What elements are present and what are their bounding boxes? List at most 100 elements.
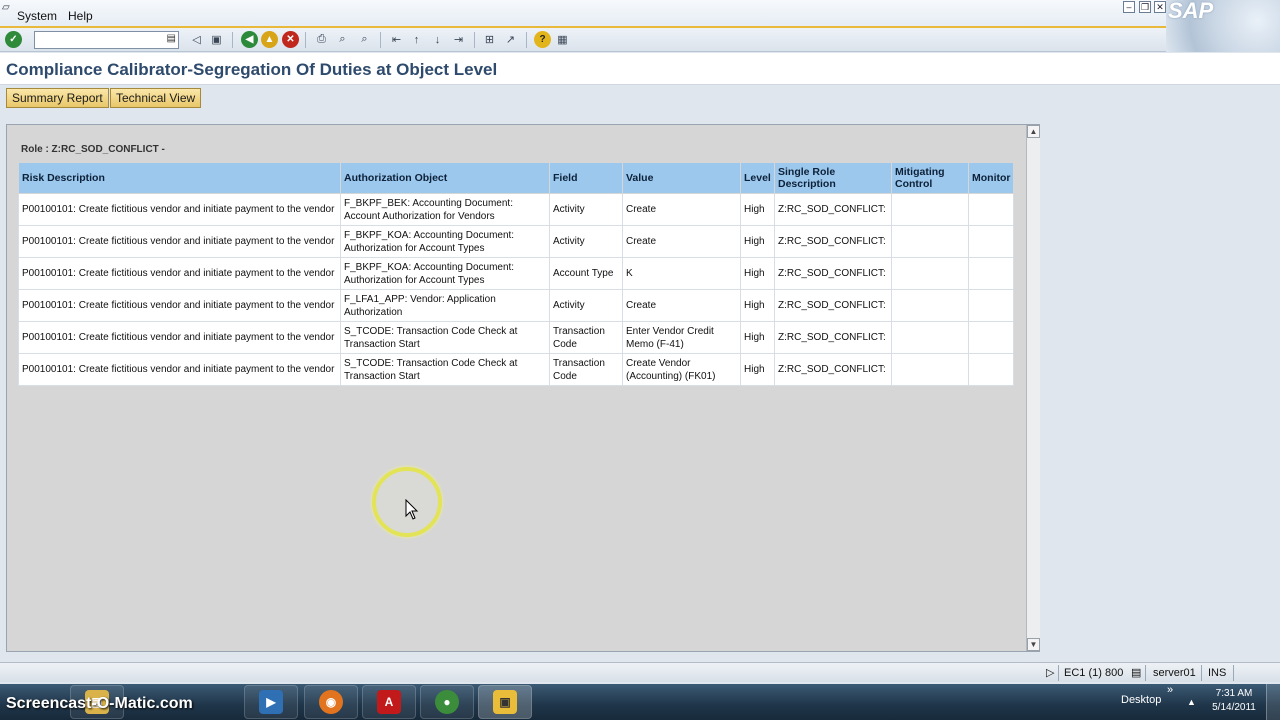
cell-value: Create — [622, 289, 741, 322]
col-level[interactable]: Level — [740, 162, 775, 194]
window-system-icon[interactable]: ▱ — [2, 2, 10, 13]
layout-icon[interactable]: ▦ — [554, 31, 571, 48]
chrome-icon: ● — [435, 690, 459, 714]
cell-value: K — [622, 257, 741, 290]
cell-level: High — [740, 321, 775, 354]
cell-risk: P00100101: Create fictitious vendor and … — [18, 353, 341, 386]
status-divider — [1145, 665, 1146, 681]
tray-show-hidden-icon[interactable]: ▲ — [1187, 697, 1196, 707]
back-icon[interactable]: ◁ — [188, 31, 205, 48]
status-divider — [1201, 665, 1202, 681]
summary-report-button[interactable]: Summary Report — [6, 88, 109, 108]
sap-logo-text: SAP — [1168, 0, 1214, 23]
previous-page-icon[interactable]: ↑ — [408, 31, 425, 48]
cell-role: Z:RC_SOD_CONFLICT: — [774, 225, 892, 258]
cell-mitigating — [891, 225, 969, 258]
status-system-icon[interactable]: ▤ — [1131, 665, 1141, 681]
sod-table: Risk Description Authorization Object Fi… — [18, 162, 1014, 386]
table-row[interactable]: P00100101: Create fictitious vendor and … — [18, 225, 1014, 258]
taskbar-chrome[interactable]: ● — [420, 685, 474, 719]
col-single-role-description[interactable]: Single Role Description — [774, 162, 892, 194]
back-nav-icon[interactable]: ◀ — [241, 31, 258, 48]
cell-mitigating — [891, 257, 969, 290]
role-label: Role : Z:RC_SOD_CONFLICT - — [21, 144, 165, 155]
taskbar-sap-logon[interactable]: ▣ — [478, 685, 532, 719]
last-page-icon[interactable]: ⇥ — [450, 31, 467, 48]
command-input[interactable] — [35, 32, 163, 48]
menu-system[interactable]: System — [17, 9, 57, 23]
clock-time: 7:31 AM — [1215, 688, 1253, 699]
cancel-icon[interactable]: ✕ — [282, 31, 299, 48]
standard-toolbar: ✓ ▤ ◁ ▣ ◀ ▲ ✕ ⎙ ⌕ ⌕ ⇤ ↑ ↓ ⇥ ⊞ ↗ ? ▦ — [0, 28, 1166, 52]
cell-risk: P00100101: Create fictitious vendor and … — [18, 321, 341, 354]
create-session-icon[interactable]: ⊞ — [481, 31, 498, 48]
status-divider — [1058, 665, 1059, 681]
cell-level: High — [740, 257, 775, 290]
enter-icon[interactable]: ✓ — [5, 31, 22, 48]
page-title: Compliance Calibrator-Segregation Of Dut… — [6, 60, 498, 79]
cell-role: Z:RC_SOD_CONFLICT: — [774, 353, 892, 386]
taskbar-media-player[interactable]: ▶ — [244, 685, 298, 719]
sap-gui-window: ▱ System Help – ❐ ✕ SAP ✓ ▤ ◁ ▣ ◀ ▲ ✕ ⎙ … — [0, 0, 1280, 720]
tray-desktop-toolbar[interactable]: Desktop — [1121, 694, 1161, 706]
status-system: EC1 (1) 800 — [1064, 667, 1124, 679]
taskbar-acrobat[interactable]: A — [362, 685, 416, 719]
cell-level: High — [740, 353, 775, 386]
exit-icon[interactable]: ▲ — [261, 31, 278, 48]
scroll-down-icon[interactable]: ▼ — [1027, 638, 1040, 651]
table-row[interactable]: P00100101: Create fictitious vendor and … — [18, 289, 1014, 322]
toolbar-separator — [232, 32, 233, 48]
technical-view-button[interactable]: Technical View — [110, 88, 202, 108]
cell-monitor — [968, 289, 1014, 322]
status-expand-icon[interactable]: ▷ — [1046, 665, 1054, 681]
firefox-icon: ◉ — [319, 690, 343, 714]
minimize-icon[interactable]: – — [1123, 1, 1135, 13]
taskbar-firefox[interactable]: ◉ — [304, 685, 358, 719]
cell-field: Transaction Code — [549, 321, 623, 354]
next-page-icon[interactable]: ↓ — [429, 31, 446, 48]
col-risk-description[interactable]: Risk Description — [18, 162, 341, 194]
command-field[interactable]: ▤ — [34, 31, 179, 49]
shortcut-icon[interactable]: ↗ — [502, 31, 519, 48]
save-icon[interactable]: ▣ — [208, 31, 225, 48]
table-row[interactable]: P00100101: Create fictitious vendor and … — [18, 193, 1014, 226]
application-toolbar: Summary Report Technical View — [0, 85, 1280, 113]
restore-icon[interactable]: ❐ — [1139, 1, 1151, 13]
table-row[interactable]: P00100101: Create fictitious vendor and … — [18, 353, 1014, 386]
print-icon[interactable]: ⎙ — [313, 31, 330, 48]
media-player-icon: ▶ — [259, 690, 283, 714]
cell-role: Z:RC_SOD_CONFLICT: — [774, 321, 892, 354]
cell-auth-object: S_TCODE: Transaction Code Check at Trans… — [340, 321, 550, 354]
col-value[interactable]: Value — [622, 162, 741, 194]
cell-risk: P00100101: Create fictitious vendor and … — [18, 257, 341, 290]
close-icon[interactable]: ✕ — [1154, 1, 1166, 13]
col-mitigating-control[interactable]: Mitigating Control — [891, 162, 969, 194]
find-icon[interactable]: ⌕ — [334, 31, 351, 48]
table-row[interactable]: P00100101: Create fictitious vendor and … — [18, 321, 1014, 354]
col-monitor[interactable]: Monitor — [968, 162, 1014, 194]
vertical-scrollbar[interactable]: ▲ ▼ — [1026, 125, 1040, 651]
tray-chevron-icon[interactable]: » — [1167, 684, 1173, 696]
first-page-icon[interactable]: ⇤ — [388, 31, 405, 48]
cell-value: Create — [622, 193, 741, 226]
help-icon[interactable]: ? — [534, 31, 551, 48]
cell-value: Create — [622, 225, 741, 258]
taskbar-clock[interactable]: 7:31 AM 5/14/2011 — [1205, 687, 1263, 715]
cell-risk: P00100101: Create fictitious vendor and … — [18, 289, 341, 322]
col-authorization-object[interactable]: Authorization Object — [340, 162, 550, 194]
menu-help[interactable]: Help — [68, 9, 93, 23]
table-row[interactable]: P00100101: Create fictitious vendor and … — [18, 257, 1014, 290]
scroll-up-icon[interactable]: ▲ — [1027, 125, 1040, 138]
col-field[interactable]: Field — [549, 162, 623, 194]
cell-value: Enter Vendor Credit Memo (F-41) — [622, 321, 741, 354]
command-history-icon[interactable]: ▤ — [167, 33, 176, 44]
cell-risk: P00100101: Create fictitious vendor and … — [18, 225, 341, 258]
find-next-icon[interactable]: ⌕ — [356, 31, 373, 48]
toolbar-separator — [526, 32, 527, 48]
show-desktop-button[interactable] — [1266, 684, 1280, 720]
menu-bar: ▱ System Help – ❐ ✕ — [0, 0, 1280, 28]
cell-monitor — [968, 257, 1014, 290]
cell-field: Account Type — [549, 257, 623, 290]
cell-role: Z:RC_SOD_CONFLICT: — [774, 193, 892, 226]
title-area: Compliance Calibrator-Segregation Of Dut… — [0, 53, 1280, 85]
